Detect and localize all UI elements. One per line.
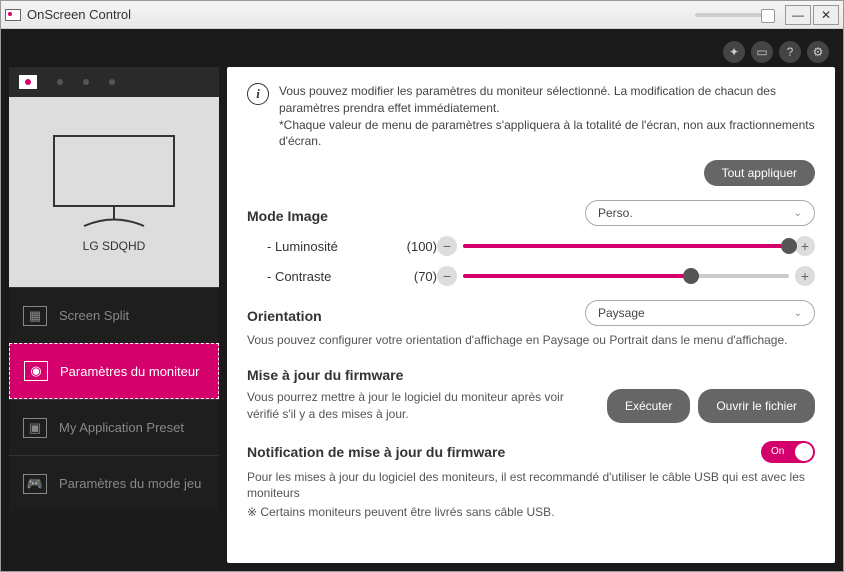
mode-image-label: Mode Image <box>247 208 585 224</box>
settings-panel: i Vous pouvez modifier les paramètres du… <box>227 67 835 563</box>
monitor-tab-dot[interactable] <box>57 79 63 85</box>
brightness-plus-button[interactable]: + <box>795 236 815 256</box>
notification-row: Notification de mise à jour du firmware … <box>247 441 815 463</box>
sidebar-item-monitor-settings[interactable]: ◉ Paramètres du moniteur <box>9 343 219 399</box>
monitor-preview: LG SDQHD <box>9 97 219 287</box>
orientation-label: Orientation <box>247 308 585 324</box>
nav: ▦ Screen Split ◉ Paramètres du moniteur … <box>9 287 219 563</box>
execute-button[interactable]: Exécuter <box>607 389 690 423</box>
info-text: Vous pouvez modifier les paramètres du m… <box>279 83 815 150</box>
monitor-tabs <box>9 67 219 97</box>
game-mode-icon: 🎮 <box>23 474 47 494</box>
brightness-label: - Luminosité <box>247 239 387 254</box>
sidebar: LG SDQHD ▦ Screen Split ◉ Paramètres du … <box>9 67 219 563</box>
orientation-row: Orientation Paysage ⌄ <box>247 300 815 326</box>
info-row: i Vous pouvez modifier les paramètres du… <box>247 83 815 150</box>
monitor-icon <box>44 131 184 231</box>
titlebar-slider[interactable] <box>695 13 775 17</box>
app-preset-icon: ▣ <box>23 418 47 438</box>
sidebar-item-label: Screen Split <box>59 308 129 323</box>
sidebar-item-label: Paramètres du moniteur <box>60 364 199 379</box>
mode-image-row: Mode Image Perso. ⌄ <box>247 200 815 226</box>
sidebar-item-label: Paramètres du mode jeu <box>59 476 201 491</box>
monitor-label: LG SDQHD <box>83 239 146 253</box>
notification-title: Notification de mise à jour du firmware <box>247 444 505 460</box>
contrast-thumb[interactable] <box>683 268 699 284</box>
sidebar-item-screen-split[interactable]: ▦ Screen Split <box>9 287 219 343</box>
window-title: OnScreen Control <box>27 7 695 22</box>
notification-toggle[interactable]: On <box>761 441 815 463</box>
close-button[interactable]: ✕ <box>813 5 839 25</box>
brightness-value: (100) <box>387 239 437 254</box>
screen-split-icon: ▦ <box>23 306 47 326</box>
contrast-value: (70) <box>387 269 437 284</box>
contrast-fill <box>463 274 691 278</box>
mode-image-value: Perso. <box>598 206 633 220</box>
toolbar: ✦ ▭ ? ⚙ <box>9 37 835 67</box>
chevron-down-icon: ⌄ <box>794 208 802 219</box>
firmware-title: Mise à jour du firmware <box>247 367 815 383</box>
minimize-button[interactable]: — <box>785 5 811 25</box>
orientation-select[interactable]: Paysage ⌄ <box>585 300 815 326</box>
gear-icon[interactable]: ⚙ <box>807 41 829 63</box>
open-file-button[interactable]: Ouvrir le fichier <box>698 389 815 423</box>
notification-desc2: ※ Certains moniteurs peuvent être livrés… <box>247 504 815 521</box>
info-line1: Vous pouvez modifier les paramètres du m… <box>279 83 815 117</box>
brightness-fill <box>463 244 789 248</box>
orientation-value: Paysage <box>598 306 645 320</box>
toggle-label: On <box>771 446 784 457</box>
info-line2: *Chaque valeur de menu de paramètres s'a… <box>279 117 815 151</box>
mode-image-select[interactable]: Perso. ⌄ <box>585 200 815 226</box>
monitor-tab-active[interactable] <box>19 75 37 89</box>
firmware-desc: Vous pourrez mettre à jour le logiciel d… <box>247 389 591 423</box>
sidebar-item-app-preset[interactable]: ▣ My Application Preset <box>9 399 219 455</box>
contrast-plus-button[interactable]: + <box>795 266 815 286</box>
app-icon <box>5 9 21 21</box>
window-icon[interactable]: ▭ <box>751 41 773 63</box>
monitor-tab-dot[interactable] <box>83 79 89 85</box>
toggle-knob <box>795 443 813 461</box>
brightness-track[interactable] <box>463 244 789 248</box>
sidebar-item-label: My Application Preset <box>59 420 184 435</box>
brightness-minus-button[interactable]: − <box>437 236 457 256</box>
content-area: ✦ ▭ ? ⚙ LG SDQHD <box>1 29 843 571</box>
sidebar-item-game-mode[interactable]: 🎮 Paramètres du mode jeu <box>9 455 219 511</box>
chevron-down-icon: ⌄ <box>794 308 802 319</box>
contrast-slider: − + <box>437 266 815 286</box>
orientation-desc: Vous pouvez configurer votre orientation… <box>247 332 815 349</box>
brightness-slider: − + <box>437 236 815 256</box>
monitor-tab-dot[interactable] <box>109 79 115 85</box>
help-icon[interactable]: ? <box>779 41 801 63</box>
firmware-row: Vous pourrez mettre à jour le logiciel d… <box>247 389 815 423</box>
contrast-track[interactable] <box>463 274 789 278</box>
titlebar: OnScreen Control — ✕ <box>1 1 843 29</box>
apply-row: Tout appliquer <box>247 160 815 186</box>
brightness-thumb[interactable] <box>781 238 797 254</box>
apply-all-button[interactable]: Tout appliquer <box>704 160 815 186</box>
app-window: OnScreen Control — ✕ ✦ ▭ ? ⚙ <box>0 0 844 572</box>
main-area: LG SDQHD ▦ Screen Split ◉ Paramètres du … <box>9 67 835 563</box>
contrast-label: - Contraste <box>247 269 387 284</box>
contrast-row: - Contraste (70) − + <box>247 266 815 286</box>
brightness-row: - Luminosité (100) − + <box>247 236 815 256</box>
cursor-icon[interactable]: ✦ <box>723 41 745 63</box>
notification-desc1: Pour les mises à jour du logiciel des mo… <box>247 469 815 503</box>
info-icon: i <box>247 83 269 105</box>
monitor-settings-icon: ◉ <box>24 361 48 381</box>
contrast-minus-button[interactable]: − <box>437 266 457 286</box>
firmware-buttons: Exécuter Ouvrir le fichier <box>607 389 815 423</box>
